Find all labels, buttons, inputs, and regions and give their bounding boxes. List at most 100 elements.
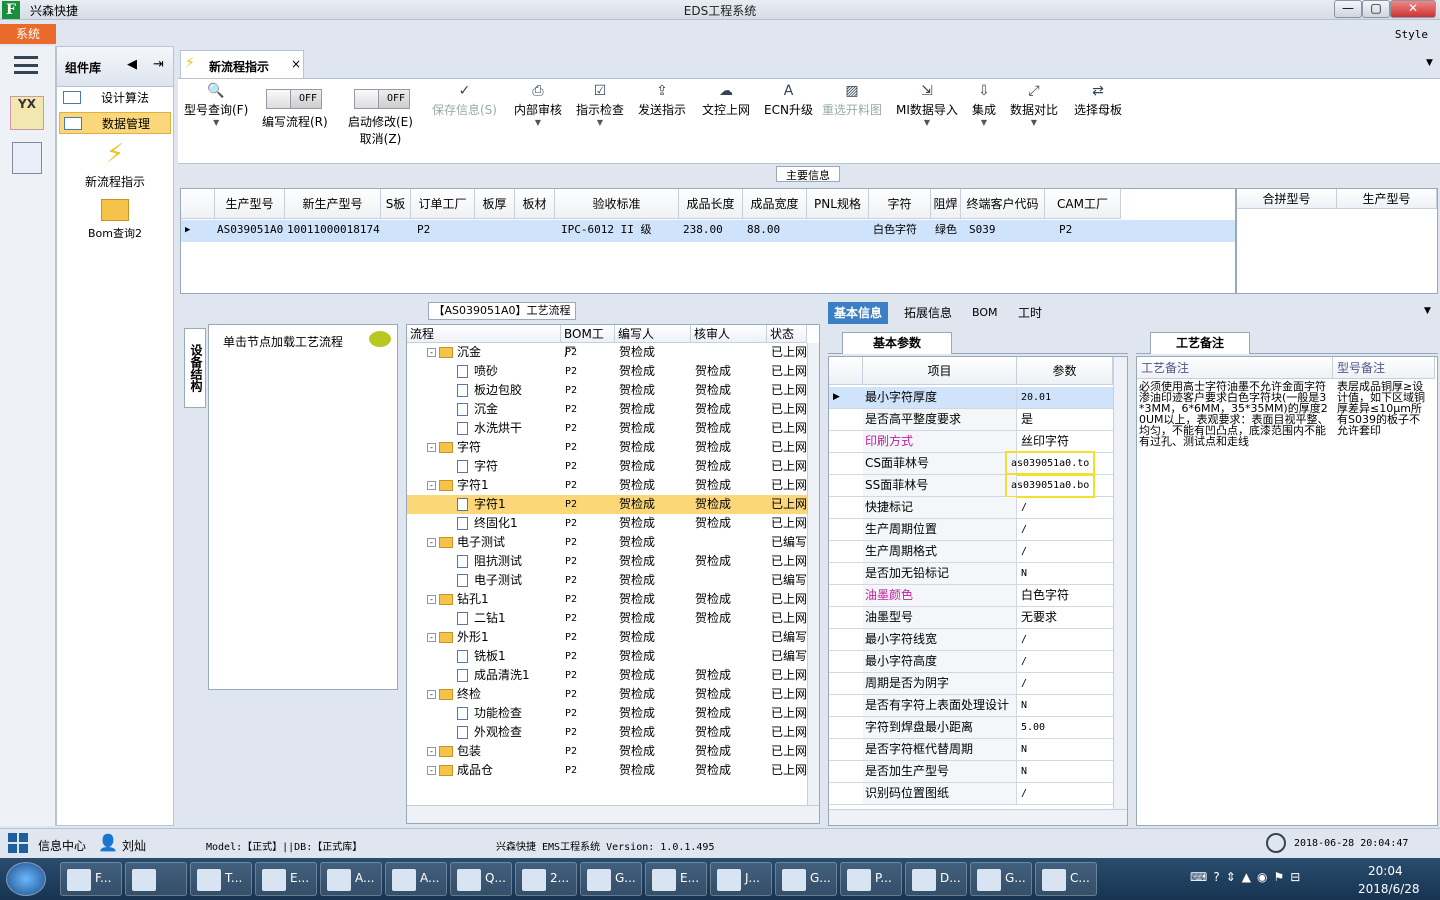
grid-cell[interactable]: IPC-6012 II 级 (559, 220, 651, 240)
close-button[interactable]: ✕ (1390, 0, 1436, 18)
start-modify-toggle-group[interactable]: OFF 启动修改(E) 取消(Z) (348, 89, 413, 147)
grid-header[interactable]: 成品长度 (679, 189, 743, 219)
param-row[interactable]: 周期是否为阴字 / (829, 673, 1113, 695)
style-menu[interactable]: Style (1395, 28, 1428, 41)
param-value[interactable]: as039051a0.to (1004, 451, 1096, 476)
grid-cell[interactable]: P2 (415, 220, 430, 240)
tree-row[interactable]: 电子测试 P2 贺检成 已编写 (407, 571, 807, 590)
tree-node[interactable]: 终固化1 (457, 514, 557, 533)
taskbar-item[interactable]: G... (580, 862, 642, 896)
grid-header[interactable]: 新生产型号 (285, 189, 381, 219)
tray-time[interactable]: 20:04 (1368, 864, 1403, 878)
tree-node[interactable]: 沉金 (457, 400, 557, 419)
tree-row[interactable]: 字符 P2 贺检成 贺检成 已上网 (407, 457, 807, 476)
param-value[interactable]: 白色字符 (1019, 585, 1069, 606)
integrate-button[interactable]: ⇩ 集成 ▼ (972, 83, 996, 127)
grid-header[interactable]: 验收标准 (555, 189, 679, 219)
tab-work-hours[interactable]: 工时 (1012, 302, 1048, 324)
remarks-grid[interactable]: 工艺备注 型号备注 必须使用高士字符油墨不允许金面字符渗油印迹客户要求白色字符块… (1136, 356, 1438, 826)
tree-header[interactable]: 核审人 (691, 325, 767, 343)
expand-toggle-icon[interactable]: - (427, 538, 436, 547)
params-grid[interactable]: 项目 参数 ▶ 最小字符厚度 20.01 是否高平整度要求是印刷方式 丝印字符 CS面菲林… (828, 356, 1128, 826)
tree-node[interactable]: - 沉金 (427, 343, 557, 362)
tree-node[interactable]: 喷砂 (457, 362, 557, 381)
write-flow-toggle[interactable]: OFF (266, 89, 322, 109)
param-value[interactable]: 是 (1019, 409, 1033, 430)
param-row[interactable]: 是否加无铅标记 N (829, 563, 1113, 585)
param-value[interactable]: 5.00 (1019, 717, 1045, 738)
tab-new-flow[interactable]: ⚡ 新流程指示 × (180, 50, 304, 78)
tree-node[interactable]: - 字符1 (427, 476, 557, 495)
tab-bom[interactable]: BOM (966, 302, 1004, 324)
grid-cell[interactable]: AS039051A0 (215, 220, 283, 240)
instruction-check-button[interactable]: ☑ 指示检查 ▼ (576, 83, 624, 127)
tree-node[interactable]: 成品清洗1 (457, 666, 557, 685)
param-value[interactable]: N (1019, 739, 1027, 760)
expand-toggle-icon[interactable]: - (427, 348, 436, 357)
vertical-scrollbar[interactable] (1113, 357, 1127, 809)
param-value[interactable]: N (1019, 563, 1027, 584)
horizontal-scrollbar[interactable] (829, 809, 1127, 825)
param-row[interactable]: 印刷方式 丝印字符 (829, 431, 1113, 453)
process-remark-text[interactable]: 必须使用高士字符油墨不允许金面字符渗油印迹客户要求白色字符块(一般是3*3MM，… (1139, 381, 1329, 447)
param-value[interactable]: / (1019, 673, 1027, 694)
grid-cell[interactable]: 白色字符 (871, 220, 917, 240)
info-center-label[interactable]: 信息中心 (38, 837, 86, 854)
grid-header[interactable]: 生产型号 (1337, 189, 1437, 209)
new-flow-module[interactable]: ⚡ 新流程指示 (57, 139, 173, 190)
grid-header[interactable]: 项目 (863, 357, 1017, 385)
horizontal-scrollbar[interactable] (407, 805, 819, 823)
tree-node[interactable]: - 字符 (427, 438, 557, 457)
grid-cell[interactable]: 238.00 (681, 220, 723, 240)
tree-row[interactable]: 功能检查 P2 贺检成 贺检成 已上网 (407, 704, 807, 723)
param-value[interactable]: N (1019, 695, 1027, 716)
taskbar-item[interactable]: G... (775, 862, 837, 896)
param-row[interactable]: 油墨颜色 白色字符 (829, 585, 1113, 607)
select-master-board-button[interactable]: ⇄ 选择母板 (1074, 83, 1122, 118)
tree-row[interactable]: 水洗烘干 P2 贺检成 贺检成 已上网 (407, 419, 807, 438)
taskbar-item[interactable]: G... (970, 862, 1032, 896)
tree-node[interactable]: 铣板1 (457, 647, 557, 666)
tree-header[interactable]: 状态 (767, 325, 807, 343)
yx-module-icon[interactable]: YX (10, 96, 44, 130)
tree-node[interactable]: - 电子测试 (427, 533, 557, 552)
grid-header[interactable]: PNL规格 (807, 189, 869, 219)
expand-toggle-icon[interactable]: - (427, 443, 436, 452)
save-info-button[interactable]: ✓ 保存信息(S) (432, 83, 497, 118)
tree-row[interactable]: - 成品仓 P2 贺检成 贺检成 已上网 (407, 761, 807, 780)
grid-header[interactable]: 板材 (515, 189, 555, 219)
button-label-cancel[interactable]: 取消(Z) (348, 130, 413, 147)
tree-row[interactable]: 字符1 P2 贺检成 贺检成 已上网 (407, 495, 807, 514)
param-value[interactable]: / (1019, 783, 1027, 804)
param-row[interactable]: 是否字符框代替周期 N (829, 739, 1113, 761)
expand-toggle-icon[interactable]: - (427, 766, 436, 775)
tree-node[interactable]: 阻抗测试 (457, 552, 557, 571)
tab-basic-info[interactable]: 基本信息 (828, 302, 889, 324)
tray-icons[interactable]: ⌨?⇕▲◉⚑⊟ (1190, 870, 1306, 884)
ecn-upgrade-button[interactable]: A ECN升级 (764, 83, 813, 118)
hamburger-menu-icon[interactable] (14, 56, 38, 74)
bom-query-module[interactable]: Bom查询2 (57, 197, 173, 241)
expand-toggle-icon[interactable]: - (427, 690, 436, 699)
tree-header[interactable]: 流程 (407, 325, 561, 343)
vertical-scrollbar[interactable] (807, 343, 819, 805)
main-info-grid[interactable]: 生产型号 新生产型号 S板 订单工厂 板厚 板材 验收标准 成品长度 成品宽度 … (180, 188, 1236, 294)
tree-row[interactable]: 二钻1 P2 贺检成 贺检成 已上网 (407, 609, 807, 628)
tree-node[interactable]: - 成品仓 (427, 761, 557, 780)
tree-row[interactable]: - 外形1 P2 贺检成 已编写 (407, 628, 807, 647)
tree-row[interactable]: - 字符 P2 贺检成 贺检成 已上网 (407, 438, 807, 457)
start-modify-toggle[interactable]: OFF (354, 89, 410, 109)
mi-data-import-button[interactable]: ⇲ MI数据导入 ▼ (896, 83, 958, 127)
tree-node[interactable]: - 包装 (427, 742, 557, 761)
write-flow-toggle-group[interactable]: OFF 编写流程(R) (262, 89, 328, 130)
param-row[interactable]: 字符到焊盘最小距离 5.00 (829, 717, 1113, 739)
model-remark-text[interactable]: 表层成品铜厚≥设计值，如下区域铜厚差异≤10μm所有S039的板子不允许套印 (1337, 381, 1427, 436)
nav-item-design-algorithm[interactable]: 设计算法 (59, 87, 171, 109)
grid-header[interactable]: 成品宽度 (743, 189, 807, 219)
taskbar-item[interactable]: 2... (515, 862, 577, 896)
tree-row[interactable]: 外观检查 P2 贺检成 贺检成 已上网 (407, 723, 807, 742)
nav-item-data-management[interactable]: 数据管理 (59, 112, 171, 134)
taskbar-item[interactable] (125, 862, 187, 896)
param-row[interactable]: 最小字符高度 / (829, 651, 1113, 673)
internal-review-button[interactable]: ⎙ 内部审核 ▼ (514, 83, 562, 127)
